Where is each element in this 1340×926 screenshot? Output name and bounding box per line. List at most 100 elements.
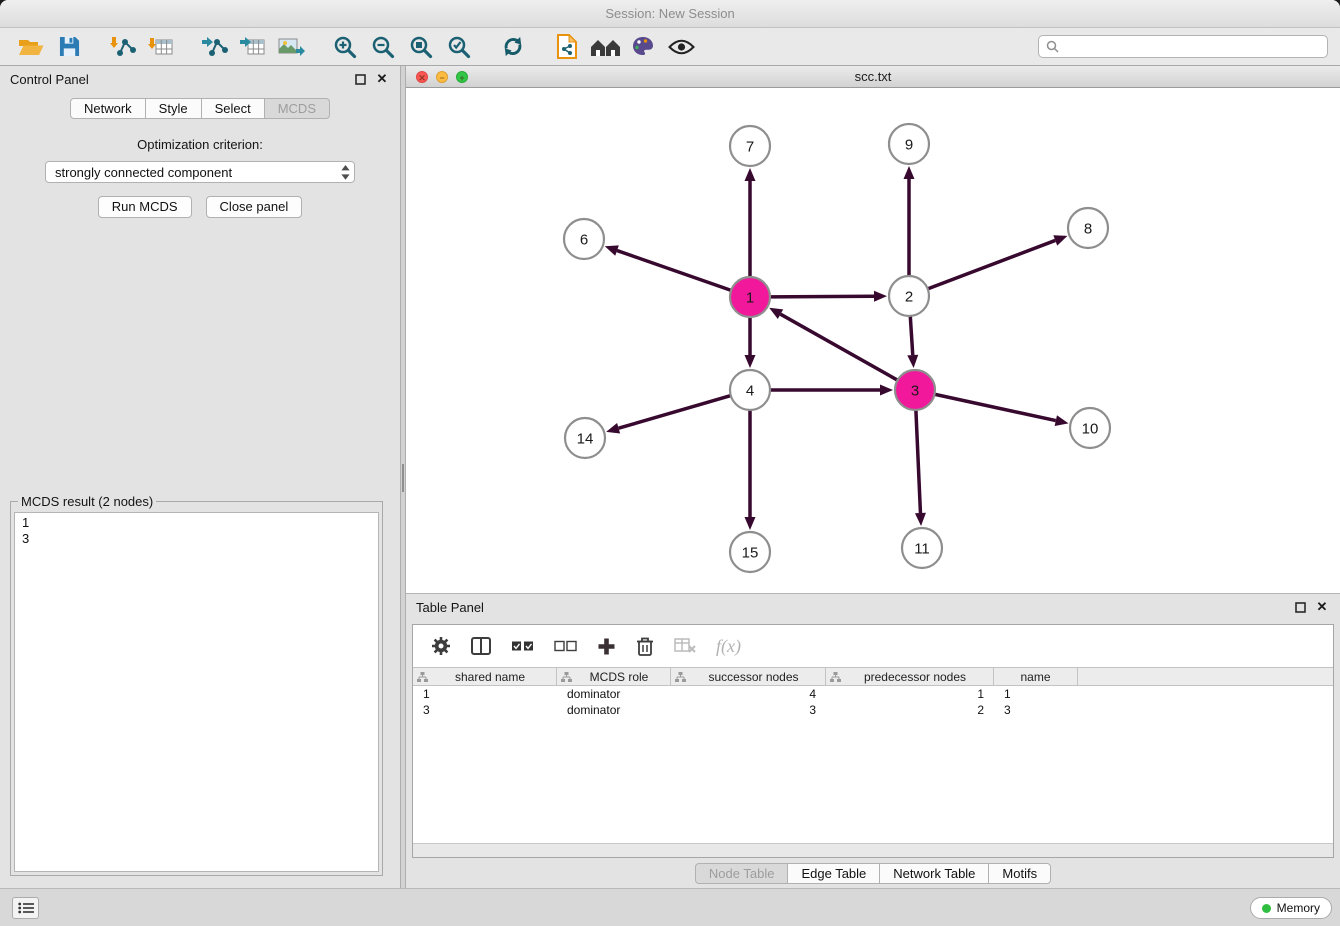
table-cell[interactable]: 1: [413, 686, 557, 702]
memory-status-icon: [1262, 904, 1271, 913]
memory-button[interactable]: Memory: [1250, 897, 1332, 919]
mcds-result-text[interactable]: 13: [14, 512, 379, 872]
show-hide-button[interactable]: [662, 31, 700, 63]
refresh-icon: [501, 35, 525, 58]
tab-node-table[interactable]: Node Table: [695, 863, 789, 884]
table-row[interactable]: 1dominator411: [413, 686, 1333, 702]
graph-node-9[interactable]: 9: [889, 124, 929, 164]
graph-node-3[interactable]: 3: [895, 370, 935, 410]
tab-style[interactable]: Style: [146, 98, 202, 119]
column-header-mcds-role[interactable]: MCDS role: [557, 668, 671, 685]
tab-network[interactable]: Network: [70, 98, 146, 119]
tab-select[interactable]: Select: [202, 98, 265, 119]
zoom-selected-button[interactable]: [440, 31, 478, 63]
table-horizontal-scrollbar[interactable]: [413, 843, 1333, 857]
table-cell[interactable]: dominator: [557, 686, 671, 702]
column-header-name[interactable]: name: [994, 668, 1078, 685]
graph-node-15[interactable]: 15: [730, 532, 770, 572]
table-cell[interactable]: 4: [671, 686, 826, 702]
table-cell[interactable]: 2: [826, 702, 994, 718]
function-builder-button[interactable]: f(x): [716, 636, 741, 657]
table-cell[interactable]: dominator: [557, 702, 671, 718]
graph-edge-1-6[interactable]: [617, 251, 731, 291]
graph-edge-3-10[interactable]: [935, 394, 1056, 420]
apply-style-button[interactable]: [624, 31, 662, 63]
column-header-label: successor nodes: [686, 670, 821, 684]
float-panel-icon[interactable]: [352, 71, 368, 87]
close-table-panel-icon[interactable]: ✕: [1314, 599, 1330, 615]
select-all-button[interactable]: [511, 640, 534, 652]
new-network-button[interactable]: [196, 31, 234, 63]
network-canvas[interactable]: 7 9 6 8 1 2 4 3 14 10 15 11: [406, 88, 1340, 593]
export-image-button[interactable]: [272, 31, 310, 63]
task-history-button[interactable]: [12, 897, 39, 919]
column-sort-icon: [417, 672, 428, 682]
float-table-panel-icon[interactable]: [1292, 599, 1308, 615]
delete-column-button[interactable]: [636, 636, 654, 657]
graph-edge-arrowhead: [605, 245, 619, 255]
graph-edge-3-11[interactable]: [916, 410, 921, 513]
open-folder-icon: [18, 37, 44, 57]
graph-node-8[interactable]: 8: [1068, 208, 1108, 248]
new-table-button[interactable]: [234, 31, 272, 63]
import-network-button[interactable]: [104, 31, 142, 63]
divider-handle[interactable]: [402, 464, 404, 492]
graph-node-10[interactable]: 10: [1070, 408, 1110, 448]
graph-node-14[interactable]: 14: [565, 418, 605, 458]
deselect-all-button[interactable]: [554, 640, 577, 652]
graph-node-4[interactable]: 4: [730, 370, 770, 410]
search-box[interactable]: [1038, 35, 1328, 58]
import-table-button[interactable]: [142, 31, 180, 63]
column-header-successor-nodes[interactable]: successor nodes: [671, 668, 826, 685]
create-column-button[interactable]: [597, 637, 616, 656]
zoom-fit-button[interactable]: [402, 31, 440, 63]
graph-edge-2-3[interactable]: [910, 316, 912, 355]
graph-node-11[interactable]: 11: [902, 528, 942, 568]
criterion-dropdown[interactable]: strongly connected component: [45, 161, 355, 183]
close-window-icon[interactable]: ✕: [416, 71, 428, 83]
delete-table-button[interactable]: [674, 638, 696, 654]
close-panel-button[interactable]: Close panel: [206, 196, 303, 218]
open-file-button[interactable]: [12, 31, 50, 63]
copy-style-button[interactable]: [548, 31, 586, 63]
graph-node-2[interactable]: 2: [889, 276, 929, 316]
criterion-value: strongly connected component: [55, 165, 232, 180]
graph-node-label: 1: [746, 290, 754, 307]
gear-icon: [431, 636, 451, 656]
graph-node-6[interactable]: 6: [564, 219, 604, 259]
tab-edge-table[interactable]: Edge Table: [788, 863, 880, 884]
zoom-in-button[interactable]: [326, 31, 364, 63]
column-header-predecessor-nodes[interactable]: predecessor nodes: [826, 668, 994, 685]
table-cell[interactable]: 1: [826, 686, 994, 702]
table-cell[interactable]: 3: [671, 702, 826, 718]
show-columns-button[interactable]: [471, 637, 491, 655]
minimize-window-icon[interactable]: −: [436, 71, 448, 83]
save-session-button[interactable]: [50, 31, 88, 63]
graph-edge-4-14[interactable]: [619, 396, 731, 429]
table-cell[interactable]: 1: [994, 686, 1078, 702]
zoom-out-button[interactable]: [364, 31, 402, 63]
graph-edge-arrowhead: [606, 423, 620, 434]
tab-mcds[interactable]: MCDS: [265, 98, 330, 119]
run-mcds-button[interactable]: Run MCDS: [98, 196, 192, 218]
home-button[interactable]: [586, 31, 624, 63]
column-header-shared-name[interactable]: shared name: [413, 668, 557, 685]
search-input[interactable]: [1064, 40, 1320, 54]
table-row[interactable]: 3dominator323: [413, 702, 1333, 718]
refresh-button[interactable]: [494, 31, 532, 63]
graph-edge-1-2[interactable]: [770, 296, 874, 297]
table-cell[interactable]: 3: [994, 702, 1078, 718]
graph-node-1[interactable]: 1: [730, 277, 770, 317]
control-panel-tabs: Network Style Select MCDS: [0, 98, 400, 119]
zoom-window-icon[interactable]: +: [456, 71, 468, 83]
close-panel-icon[interactable]: ✕: [374, 71, 390, 87]
table-cell[interactable]: 3: [413, 702, 557, 718]
table-settings-button[interactable]: [431, 636, 451, 656]
graph-node-7[interactable]: 7: [730, 126, 770, 166]
home-icon: [590, 37, 621, 57]
tab-motifs[interactable]: Motifs: [989, 863, 1051, 884]
tab-network-table[interactable]: Network Table: [880, 863, 989, 884]
export-image-icon: [278, 36, 305, 58]
graph-edge-2-8[interactable]: [928, 240, 1056, 288]
graph-edge-3-1[interactable]: [780, 314, 897, 380]
